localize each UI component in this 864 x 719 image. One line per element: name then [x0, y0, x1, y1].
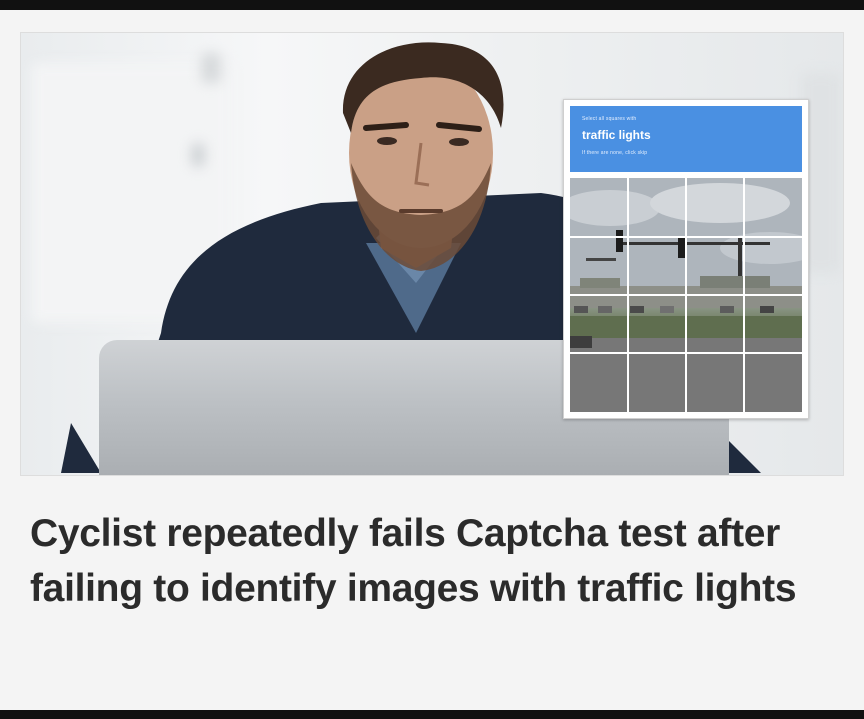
meme-card: Select all squares with traffic lights I… — [0, 10, 864, 710]
captcha-instruction-top: Select all squares with — [582, 116, 637, 122]
stock-photo: Select all squares with traffic lights I… — [20, 32, 844, 476]
captcha-target-label: traffic lights — [582, 128, 651, 142]
captcha-instruction-bottom: If there are none, click skip — [582, 150, 648, 156]
captcha-widget[interactable]: Select all squares with traffic lights I… — [563, 99, 809, 419]
captcha-header: Select all squares with traffic lights I… — [570, 106, 802, 172]
captcha-image-grid[interactable] — [570, 178, 802, 412]
headline: Cyclist repeatedly fails Captcha test af… — [30, 512, 797, 610]
